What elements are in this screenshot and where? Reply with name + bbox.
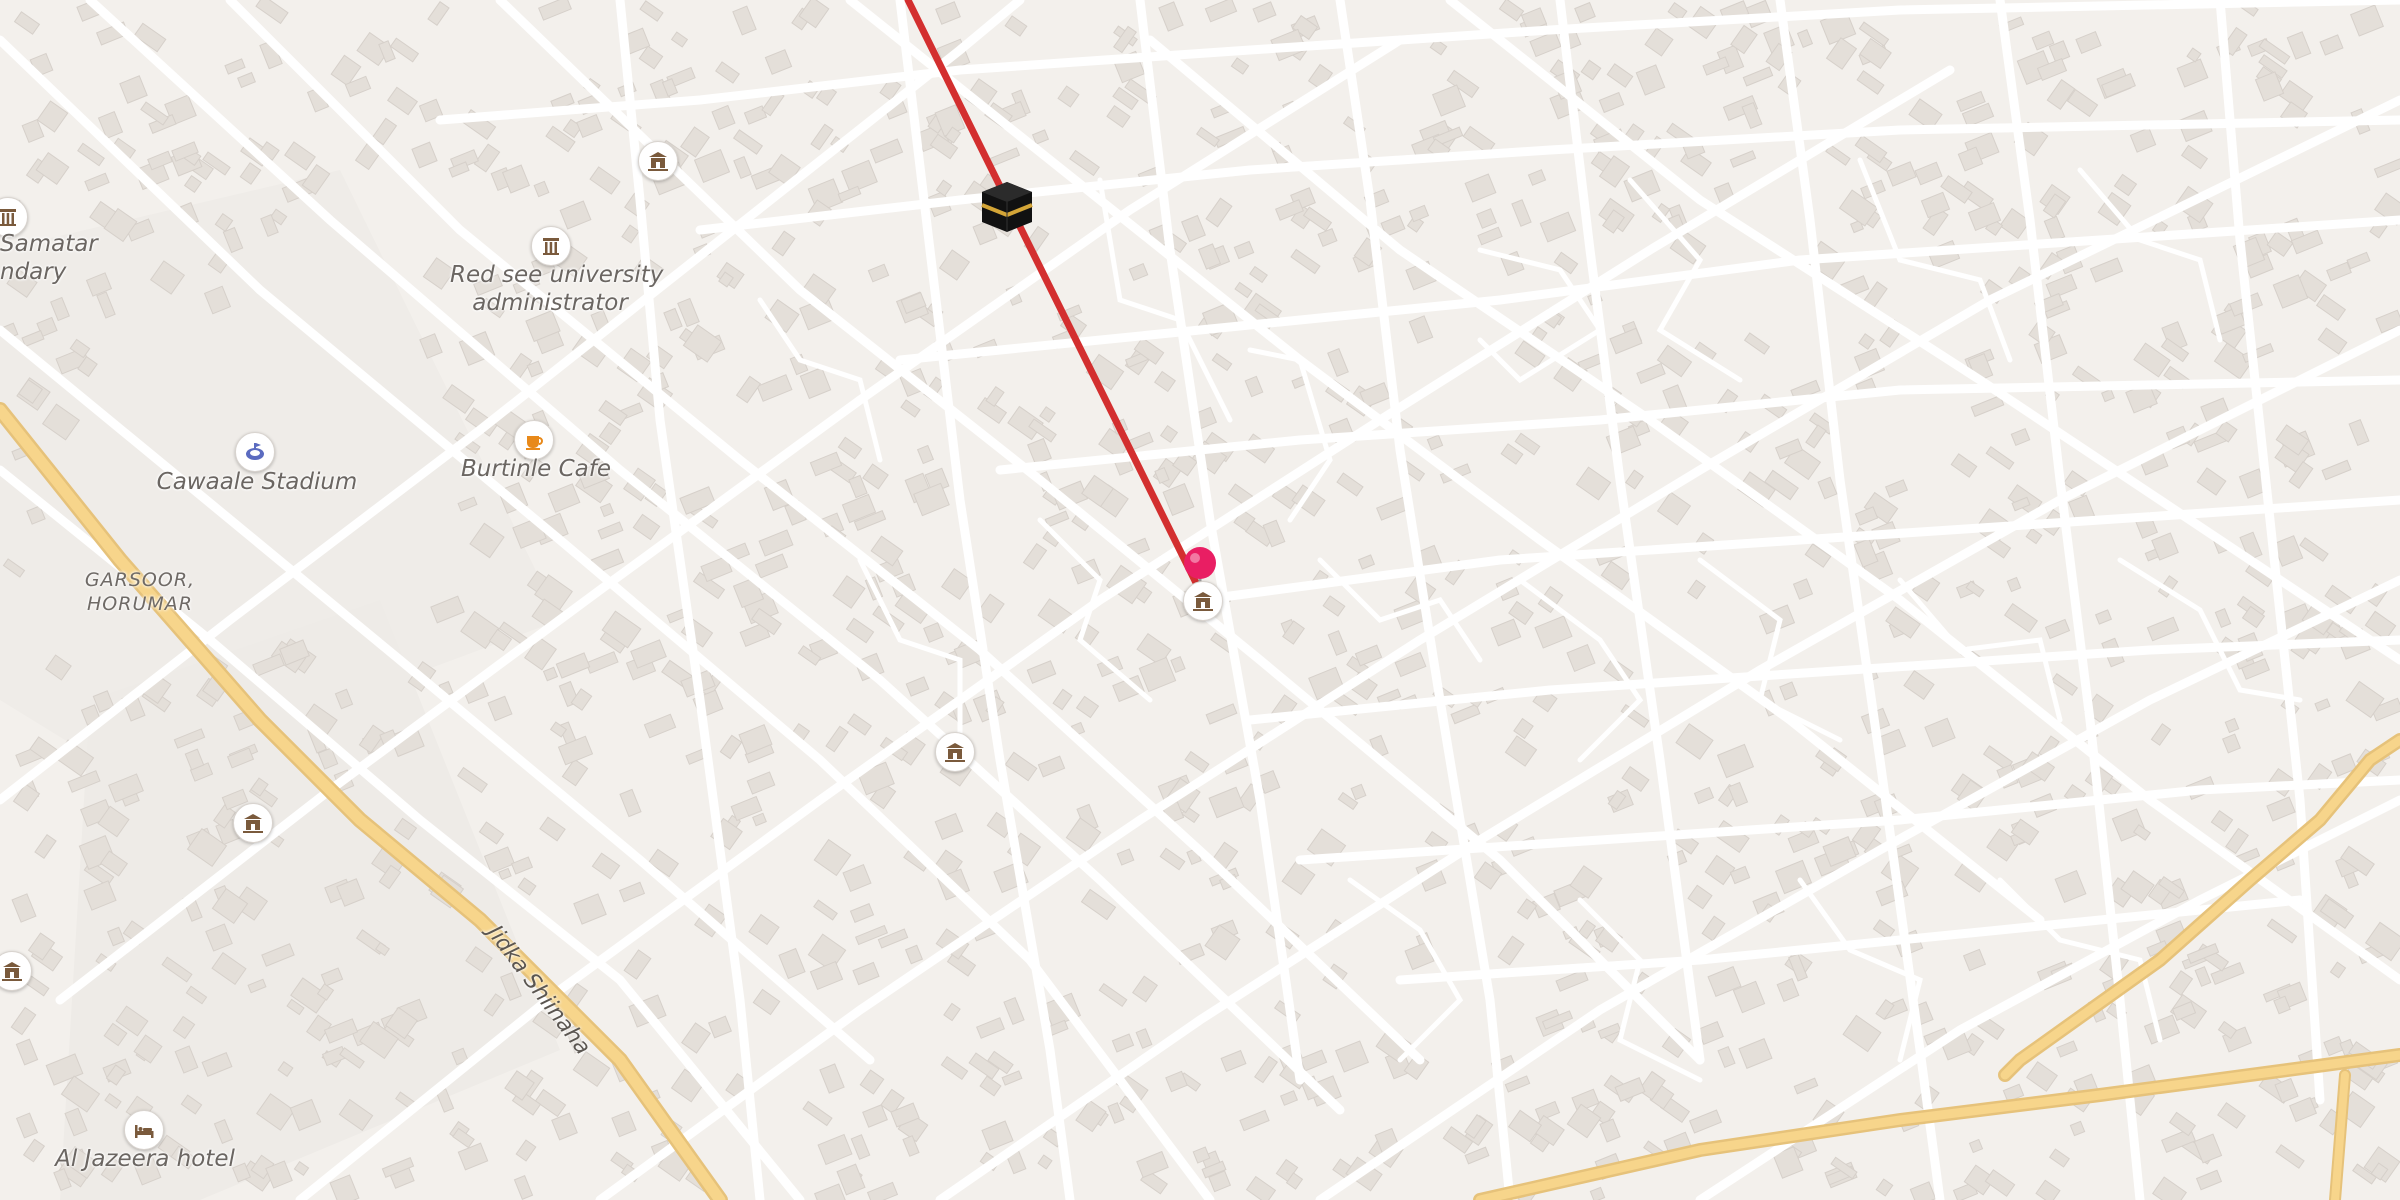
district-label-line2: HORUMAR <box>87 593 193 615</box>
place-label-red-see-line1: Red see university <box>450 262 664 288</box>
university-icon[interactable] <box>638 141 678 181</box>
university-icon[interactable] <box>935 732 975 772</box>
cafe-icon[interactable] <box>514 420 554 460</box>
stadium-icon[interactable] <box>235 432 275 472</box>
kaaba-icon[interactable] <box>978 178 1036 236</box>
place-label-red-see-line2: administrator <box>472 290 628 316</box>
place-label-al-jazeera-hotel: Al Jazeera hotel <box>55 1146 235 1172</box>
district-label-garsoor: GARSOOR, HORUMAR <box>70 568 210 616</box>
map-view[interactable]: Samatar ndary Red see university adminis… <box>0 0 2400 1200</box>
district-label-line1: GARSOOR, <box>84 569 196 591</box>
place-label-samatar: Samatar ndary <box>0 230 98 286</box>
place-label-samatar-line1: Samatar <box>0 231 98 257</box>
university-icon[interactable] <box>233 803 273 843</box>
place-label-samatar-line2: ndary <box>0 259 67 285</box>
place-label-cawaale-stadium: Cawaale Stadium <box>156 469 358 495</box>
museum-icon[interactable] <box>531 226 571 266</box>
hotel-icon[interactable] <box>124 1110 164 1150</box>
university-icon[interactable] <box>1183 581 1223 621</box>
place-label-burtinle-cafe: Burtinle Cafe <box>460 456 612 482</box>
place-label-red-see-university: Red see university administrator <box>450 261 664 317</box>
